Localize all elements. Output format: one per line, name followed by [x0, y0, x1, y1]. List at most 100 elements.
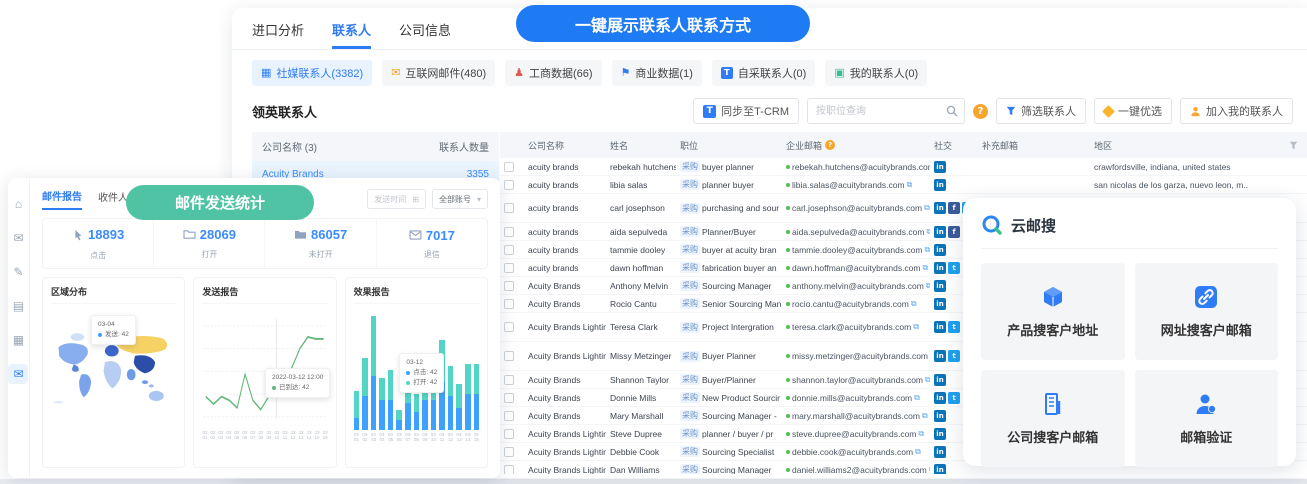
mail-stats-icon[interactable]: ✉ — [8, 364, 28, 384]
send-icon[interactable]: ✉ — [8, 228, 28, 248]
home-icon[interactable]: ⌂ — [8, 194, 28, 214]
row-checkbox[interactable] — [504, 227, 514, 237]
linkedin-icon[interactable]: in — [934, 202, 946, 214]
row-checkbox[interactable] — [504, 465, 514, 475]
cell-company: Acuity Brands — [524, 299, 606, 309]
copy-icon[interactable]: ⧉ — [914, 393, 920, 403]
row-checkbox[interactable] — [504, 411, 514, 421]
row-checkbox[interactable] — [504, 351, 514, 361]
tile-网址搜客户邮箱[interactable]: 网址搜客户邮箱 — [1135, 263, 1279, 360]
stat-label: 未打开 — [265, 249, 375, 260]
account-select[interactable]: 全部账号 ▾ — [432, 189, 488, 209]
folder-icon — [294, 229, 307, 240]
sync-tcrm-button[interactable]: T 同步至T-CRM — [693, 98, 799, 124]
row-checkbox[interactable] — [504, 299, 514, 309]
row-checkbox[interactable] — [504, 245, 514, 255]
row-checkbox[interactable] — [504, 393, 514, 403]
search-icon[interactable] — [946, 105, 958, 117]
report-icon[interactable]: ▦ — [8, 330, 28, 350]
cell-company: acuity brands — [524, 162, 606, 172]
linkedin-icon[interactable]: in — [934, 298, 946, 310]
row-checkbox[interactable] — [504, 375, 514, 385]
linkedin-icon[interactable]: in — [934, 161, 946, 173]
column-filter-icon[interactable] — [1289, 141, 1298, 150]
linkedin-icon[interactable]: in — [934, 226, 946, 238]
copy-icon[interactable]: ⧉ — [924, 203, 930, 213]
help-icon[interactable]: ? — [973, 104, 988, 119]
linkedin-icon[interactable]: in — [934, 280, 946, 292]
add-to-my-contacts-button[interactable]: 加入我的联系人 — [1180, 98, 1293, 124]
twitter-icon[interactable]: t — [948, 321, 960, 333]
cell-email: steve.dupree@acuitybrands.com⧉ — [782, 429, 930, 439]
linkedin-icon[interactable]: in — [934, 428, 946, 440]
linkedin-icon[interactable]: in — [934, 464, 946, 475]
linkedin-icon[interactable]: in — [934, 179, 946, 191]
copy-icon[interactable]: ⧉ — [913, 322, 919, 332]
row-checkbox[interactable] — [504, 203, 514, 213]
linkedin-icon[interactable]: in — [934, 410, 946, 422]
copy-icon[interactable]: ⧉ — [915, 447, 921, 457]
row-checkbox[interactable] — [504, 180, 514, 190]
copy-icon[interactable]: ⧉ — [911, 299, 917, 309]
table-row[interactable]: acuity brandsrebekah hutchens采购buyer pla… — [500, 158, 1307, 176]
tab-import-analysis[interactable]: 进口分析 — [252, 20, 304, 49]
cell-title: 采购Senior Sourcing Man — [676, 298, 782, 309]
row-checkbox[interactable] — [504, 281, 514, 291]
copy-icon[interactable]: ⧉ — [922, 411, 928, 421]
send-time-date-picker[interactable]: 发送时间 ⊞ — [367, 189, 426, 209]
filter-contacts-button[interactable]: 筛选联系人 — [996, 98, 1086, 124]
linkedin-icon[interactable]: in — [934, 262, 946, 274]
cell-email: libia.salas@acuitybrands.com⧉ — [782, 180, 930, 190]
linkedin-icon[interactable]: in — [934, 244, 946, 256]
source-tab-stamp[interactable]: ♟工商数据(66) — [505, 60, 601, 86]
one-click-optimize-button[interactable]: 一键优选 — [1094, 98, 1172, 124]
cell-title: 采购Sourcing Manager — [676, 280, 782, 291]
tab-contacts[interactable]: 联系人 — [332, 20, 371, 49]
copy-icon[interactable]: ⧉ — [922, 263, 928, 273]
tab-email-report[interactable]: 邮件报告 — [42, 188, 82, 210]
cloud-mail-search-panel: 云邮搜 产品搜客户地址网址搜客户邮箱公司搜客户邮箱邮箱验证 — [963, 198, 1296, 466]
twitter-icon[interactable]: t — [948, 350, 960, 362]
row-checkbox[interactable] — [504, 429, 514, 439]
tile-产品搜客户地址[interactable]: 产品搜客户地址 — [981, 263, 1125, 360]
row-checkbox[interactable] — [504, 162, 514, 172]
search-input[interactable] — [807, 98, 965, 124]
source-tab-grid[interactable]: ▦社媒联系人(3382) — [252, 60, 372, 86]
copy-icon[interactable]: ⧉ — [907, 180, 913, 190]
cell-name: Dan Williams — [606, 465, 676, 475]
cell-email: aida.sepulveda@acuitybrands.com⧉ — [782, 227, 930, 237]
docs-icon[interactable]: ▤ — [8, 296, 28, 316]
card-title-effect: 效果报告 — [354, 285, 479, 304]
row-checkbox[interactable] — [504, 322, 514, 332]
purchase-tag: 采购 — [680, 298, 700, 309]
stat-label: 点击 — [43, 250, 153, 261]
linkedin-icon[interactable]: in — [934, 374, 946, 386]
row-checkbox[interactable] — [504, 447, 514, 457]
twitter-icon[interactable]: t — [948, 262, 960, 274]
linkedin-icon[interactable]: in — [934, 350, 946, 362]
source-tab-card[interactable]: ▣我的联系人(0) — [825, 60, 927, 86]
twitter-icon[interactable]: t — [948, 392, 960, 404]
email-help-icon[interactable]: ? — [825, 140, 835, 150]
flag-icon: ⚑ — [621, 68, 631, 79]
calendar-icon: ⊞ — [412, 195, 419, 204]
pen-icon[interactable]: ✎ — [8, 262, 28, 282]
cell-title: 采购Planner/Buyer — [676, 226, 782, 237]
source-tab-t-box[interactable]: T自采联系人(0) — [712, 60, 815, 86]
linkedin-icon[interactable]: in — [934, 321, 946, 333]
facebook-icon[interactable]: f — [948, 226, 960, 238]
table-row[interactable]: acuity brandslibia salas采购planner buyerl… — [500, 176, 1307, 194]
count-col-header: 联系人数量 — [439, 139, 489, 154]
linkedin-icon[interactable]: in — [934, 392, 946, 404]
tile-邮箱验证[interactable]: 邮箱验证 — [1135, 370, 1279, 467]
source-tab-mail[interactable]: ✉互联网邮件(480) — [382, 60, 495, 86]
copy-icon[interactable]: ⧉ — [918, 429, 924, 439]
source-tab-flag[interactable]: ⚑商业数据(1) — [612, 60, 702, 86]
tab-company-info[interactable]: 公司信息 — [399, 20, 451, 49]
purchase-tag: 采购 — [680, 392, 700, 403]
linkedin-icon[interactable]: in — [934, 446, 946, 458]
cell-email: carl.josephson@acuitybrands.com⧉ — [782, 203, 930, 213]
facebook-icon[interactable]: f — [948, 202, 960, 214]
tile-公司搜客户邮箱[interactable]: 公司搜客户邮箱 — [981, 370, 1125, 467]
row-checkbox[interactable] — [504, 263, 514, 273]
